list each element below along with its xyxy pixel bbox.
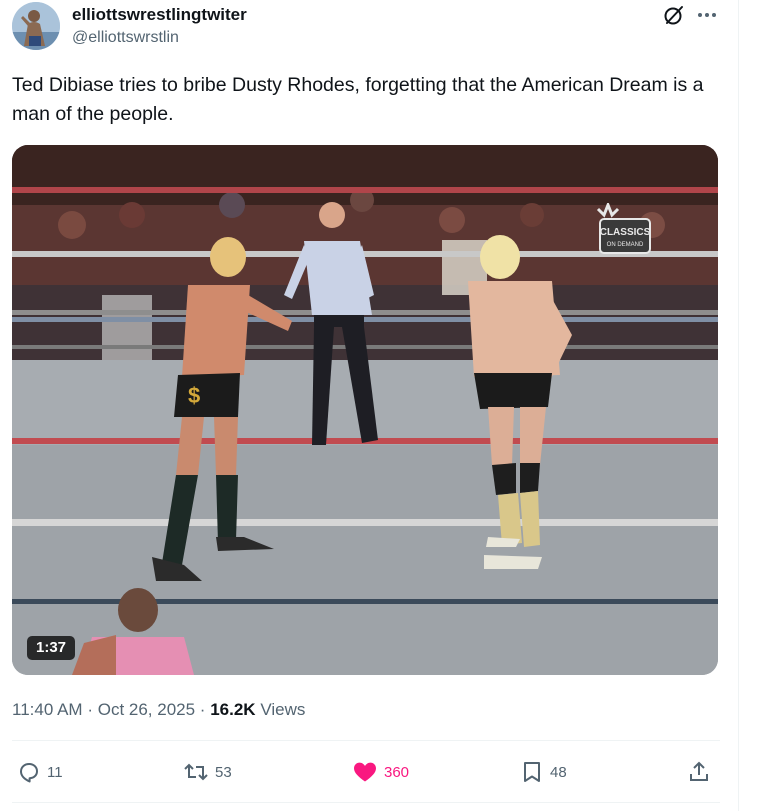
- like-button[interactable]: 360: [352, 757, 409, 787]
- views-label: Views: [260, 700, 306, 719]
- more-options-icon[interactable]: [694, 3, 720, 27]
- bookmark-count: 48: [550, 763, 567, 781]
- tweet-date[interactable]: Oct 26, 2025: [98, 700, 195, 719]
- column-border: [738, 0, 739, 811]
- share-button[interactable]: [687, 757, 711, 787]
- tweet-header: elliottswrestlingtwiter @elliottswrstlin: [12, 2, 722, 52]
- tweet-time[interactable]: 11:40 AM: [12, 700, 83, 719]
- classics-on-demand-logo: CLASSICS ON DEMAND: [596, 203, 651, 254]
- tweet-metadata: 11:40 AM · Oct 26, 2025 · 16.2K Views: [12, 698, 305, 722]
- bookmark-icon: [524, 762, 540, 782]
- divider: [12, 802, 720, 803]
- grok-icon[interactable]: [662, 3, 686, 27]
- svg-text:$: $: [188, 383, 200, 408]
- like-count: 360: [384, 763, 410, 781]
- tweet-text: Ted Dibiase tries to bribe Dusty Rhodes,…: [12, 74, 704, 125]
- avatar-photo-icon: [12, 2, 60, 50]
- video-duration-badge: 1:37: [27, 636, 76, 660]
- repost-button[interactable]: 53: [183, 757, 232, 787]
- bookmark-button[interactable]: 48: [520, 757, 567, 787]
- heart-filled-icon: [354, 762, 376, 782]
- views-count: 16.2K: [210, 700, 256, 719]
- reply-count: 11: [47, 763, 63, 781]
- svg-text:ON DEMAND: ON DEMAND: [607, 242, 644, 248]
- repost-count: 53: [215, 763, 232, 781]
- author-names: elliottswrestlingtwiter @elliottswrstlin: [72, 4, 247, 50]
- meta-separator: ·: [199, 700, 206, 719]
- author-handle[interactable]: @elliottswrstlin: [72, 26, 247, 50]
- avatar[interactable]: [12, 2, 60, 50]
- author-display-name[interactable]: elliottswrestlingtwiter: [72, 4, 247, 26]
- video-player[interactable]: $ CLASSICS ON DEMAND 1:37: [12, 145, 718, 675]
- svg-text:CLASSICS: CLASSICS: [600, 227, 651, 238]
- reply-icon: [20, 763, 38, 783]
- share-icon: [690, 761, 708, 781]
- meta-separator: ·: [87, 700, 93, 719]
- reply-button[interactable]: 11: [17, 757, 63, 787]
- divider: [12, 740, 720, 741]
- repost-icon: [184, 763, 208, 781]
